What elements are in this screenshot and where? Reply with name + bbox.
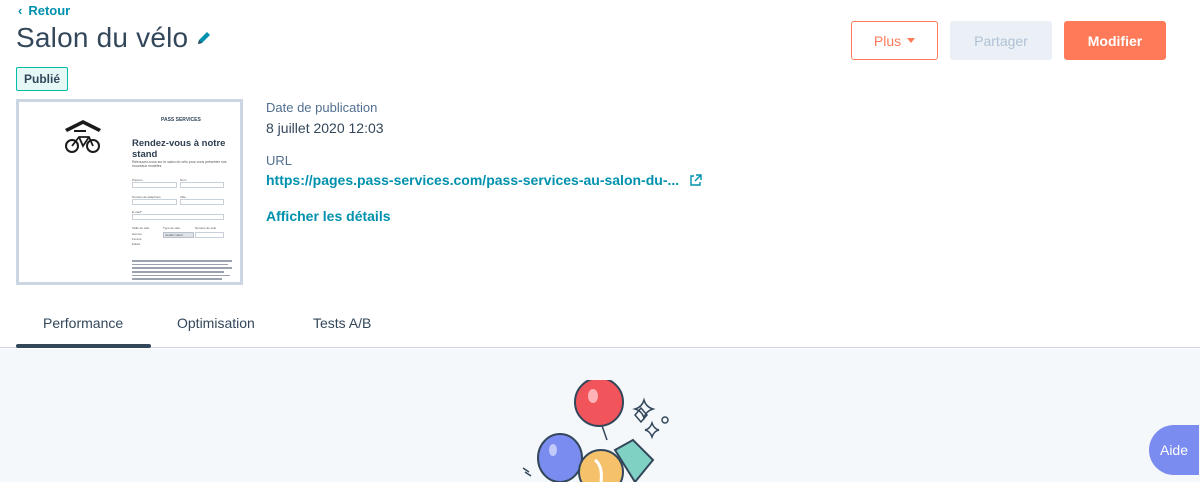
bike-logo-icon: [62, 117, 104, 159]
tab-ab-tests[interactable]: Tests A/B: [313, 315, 371, 331]
preview-field-label: Type de vélo: [163, 226, 181, 230]
preview-brand-a: PASS: [161, 117, 175, 123]
preview-subtext: Retrouvez-nous sur le salon du vélo pour…: [132, 160, 227, 168]
publish-date-label: Date de publication: [266, 100, 378, 115]
preview-field: [180, 199, 224, 205]
preview-select: Veuillez sélect: [163, 232, 194, 238]
page-preview-thumbnail[interactable]: PASS SERVICES Rendez-vous à notre stand …: [16, 99, 243, 285]
publish-info: Date de publication 8 juillet 2020 12:03: [266, 100, 384, 136]
preview-radio: Femme: [132, 237, 142, 241]
url-row: https://pages.pass-services.com/pass-ser…: [266, 172, 702, 188]
external-link-icon[interactable]: [689, 173, 702, 187]
preview-field: [180, 182, 224, 188]
show-details-link[interactable]: Afficher les détails: [266, 208, 391, 224]
preview-paragraph: [132, 260, 232, 282]
more-button[interactable]: Plus: [851, 21, 938, 60]
preview-radio: Homme: [132, 232, 142, 236]
back-link[interactable]: ‹ Retour: [18, 3, 70, 18]
tab-bar: Performance Optimisation Tests A/B: [0, 300, 1200, 348]
balloons-illustration: [515, 377, 675, 482]
page-url-link[interactable]: https://pages.pass-services.com/pass-ser…: [266, 172, 679, 188]
status-badge: Publié: [16, 67, 69, 91]
help-button[interactable]: Aide: [1149, 425, 1199, 475]
page-title: Salon du vélo: [16, 22, 189, 53]
preview-radio: Enfant: [132, 242, 141, 246]
pencil-icon[interactable]: [196, 30, 212, 46]
preview-field: [132, 182, 177, 188]
url-label: URL: [266, 153, 293, 168]
share-button[interactable]: Partager: [950, 21, 1052, 60]
chevron-left-icon: ‹: [18, 3, 23, 18]
more-button-label: Plus: [873, 32, 902, 49]
header-actions: Plus Partager Modifier: [851, 21, 1166, 60]
title-row: Salon du vélo: [16, 22, 212, 54]
edit-button[interactable]: Modifier: [1064, 21, 1166, 60]
preview-field-label: Taille du vélo: [132, 226, 150, 230]
back-link-label: Retour: [28, 3, 71, 18]
caret-down-icon: [907, 38, 916, 43]
active-tab-indicator: [16, 344, 151, 348]
publish-date-value: 8 juillet 2020 12:03: [266, 120, 384, 136]
preview-field-label: Numéro de vélo: [195, 226, 217, 230]
tab-optimisation[interactable]: Optimisation: [177, 315, 255, 331]
preview-field: [132, 199, 177, 205]
preview-headline: Rendez-vous à notre stand: [132, 138, 226, 160]
preview-brand: PASS SERVICES: [161, 117, 201, 123]
preview-field: [195, 232, 224, 238]
tab-performance[interactable]: Performance: [43, 315, 123, 331]
preview-brand-b: SERVICES: [175, 117, 201, 123]
preview-field: [132, 214, 224, 220]
